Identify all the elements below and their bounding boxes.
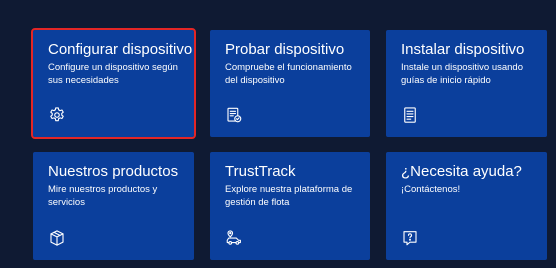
tile-instalar-dispositivo[interactable]: Instalar dispositivo Instale un disposit… (386, 30, 547, 137)
tile-nuestros-productos[interactable]: Nuestros productos Mire nuestros product… (33, 152, 194, 260)
tile-description: ¡Contáctenos! (401, 184, 461, 195)
tile-title: Probar dispositivo (225, 41, 345, 58)
tile-title: Configurar dispositivo (48, 41, 193, 58)
tiles-page: Configurar dispositivo Configure un disp… (0, 0, 556, 268)
tile-description: Compruebe el funcionamiento del disposit… (225, 62, 352, 86)
vehicle-tracking-icon (225, 229, 243, 247)
help-question-icon (401, 229, 419, 247)
tile-trusttrack[interactable]: TrustTrack Explore nuestra plataforma de… (210, 152, 370, 260)
tile-title: ¿Necesita ayuda? (401, 163, 522, 180)
tile-probar-dispositivo[interactable]: Probar dispositivo Compruebe el funciona… (210, 30, 370, 137)
tile-title: Instalar dispositivo (401, 41, 525, 58)
document-check-icon (225, 106, 243, 124)
product-box-icon (48, 229, 66, 247)
tile-description: Configure un dispositivo según sus neces… (48, 62, 178, 86)
gear-icon (48, 106, 66, 124)
tile-title: Nuestros productos (48, 163, 179, 180)
tile-title: TrustTrack (225, 163, 296, 180)
guide-document-icon (401, 106, 419, 124)
tile-description: Explore nuestra plataforma de gestión de… (225, 184, 353, 208)
tile-necesita-ayuda[interactable]: ¿Necesita ayuda? ¡Contáctenos! (386, 152, 547, 260)
tile-description: Instale un dispositivo usando guías de i… (401, 62, 523, 86)
tile-description: Mire nuestros productos y servicios (48, 184, 158, 208)
tile-configurar-dispositivo[interactable]: Configurar dispositivo Configure un disp… (31, 28, 196, 139)
